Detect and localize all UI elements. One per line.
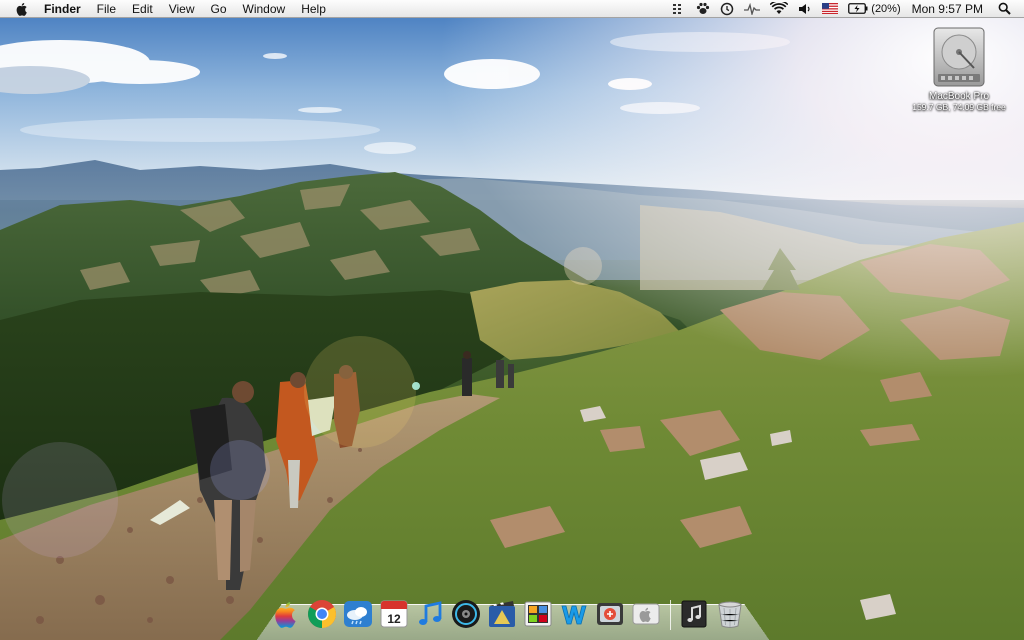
apple-app-icon xyxy=(632,603,660,625)
dock-separator xyxy=(664,596,676,632)
desktop-wallpaper xyxy=(0,0,1024,640)
dock-calendar[interactable]: 12 xyxy=(376,596,412,632)
dock-weather[interactable] xyxy=(340,596,376,632)
us-flag-input-icon[interactable] xyxy=(822,0,839,18)
time-machine-icon[interactable] xyxy=(720,0,734,18)
chrome-icon xyxy=(308,600,336,628)
dock-apple-app[interactable] xyxy=(628,596,664,632)
battery-percent: (20%) xyxy=(871,2,901,15)
finder-icon xyxy=(275,602,296,628)
dock-music-stack[interactable] xyxy=(676,596,712,632)
dock-trash[interactable] xyxy=(712,596,748,632)
apple-menu-icon[interactable] xyxy=(14,1,30,17)
paw-icon[interactable] xyxy=(696,0,710,18)
menu-go[interactable]: Go xyxy=(203,0,235,18)
menubar-clock[interactable]: Mon 9:57 PM xyxy=(912,2,983,16)
dock-photo-booth[interactable] xyxy=(520,596,556,632)
spotlight-search-icon[interactable] xyxy=(998,0,1011,18)
battery-icon[interactable]: (20%) xyxy=(848,0,901,18)
menu-bar: Finder File Edit View Go Window Help (20… xyxy=(0,0,1024,18)
dock-finder[interactable] xyxy=(268,596,304,632)
dock: 12 xyxy=(268,592,748,632)
dock-dvd-player[interactable] xyxy=(448,596,484,632)
imovie-icon xyxy=(489,601,515,627)
tweetdeck-icon xyxy=(597,603,623,625)
hard-drive-icon xyxy=(933,27,985,87)
dock-imovie[interactable] xyxy=(484,596,520,632)
dock-w-app[interactable] xyxy=(556,596,592,632)
photo-booth-icon xyxy=(524,601,552,627)
activity-pulse-icon[interactable] xyxy=(744,0,761,18)
calendar-icon: 12 xyxy=(380,600,408,628)
music-stack-icon xyxy=(681,600,707,628)
weather-icon xyxy=(344,601,372,627)
wifi-icon[interactable] xyxy=(770,0,789,18)
menu-window[interactable]: Window xyxy=(235,0,294,18)
desktop: Finder File Edit View Go Window Help (20… xyxy=(0,0,1024,640)
menu-edit[interactable]: Edit xyxy=(124,0,161,18)
drive-capacity-label: 159.7 GB, 74.09 GB free xyxy=(912,102,1006,112)
activity-bars-icon[interactable] xyxy=(672,0,686,18)
w-app-icon xyxy=(561,605,587,625)
calendar-day: 12 xyxy=(387,612,401,626)
dvd-player-icon xyxy=(452,600,480,628)
volume-icon[interactable] xyxy=(798,0,812,18)
menu-app-finder[interactable]: Finder xyxy=(42,0,89,18)
itunes-icon xyxy=(419,601,442,625)
desktop-drive-macbook-pro[interactable]: MacBook Pro 159.7 GB, 74.09 GB free xyxy=(906,26,1012,112)
dock-chrome[interactable] xyxy=(304,596,340,632)
menu-view[interactable]: View xyxy=(161,0,203,18)
dock-itunes[interactable] xyxy=(412,596,448,632)
drive-name-label: MacBook Pro xyxy=(928,91,990,102)
menu-help[interactable]: Help xyxy=(293,0,334,18)
trash-icon xyxy=(718,601,742,628)
dock-tweetdeck[interactable] xyxy=(592,596,628,632)
menu-file[interactable]: File xyxy=(89,0,124,18)
